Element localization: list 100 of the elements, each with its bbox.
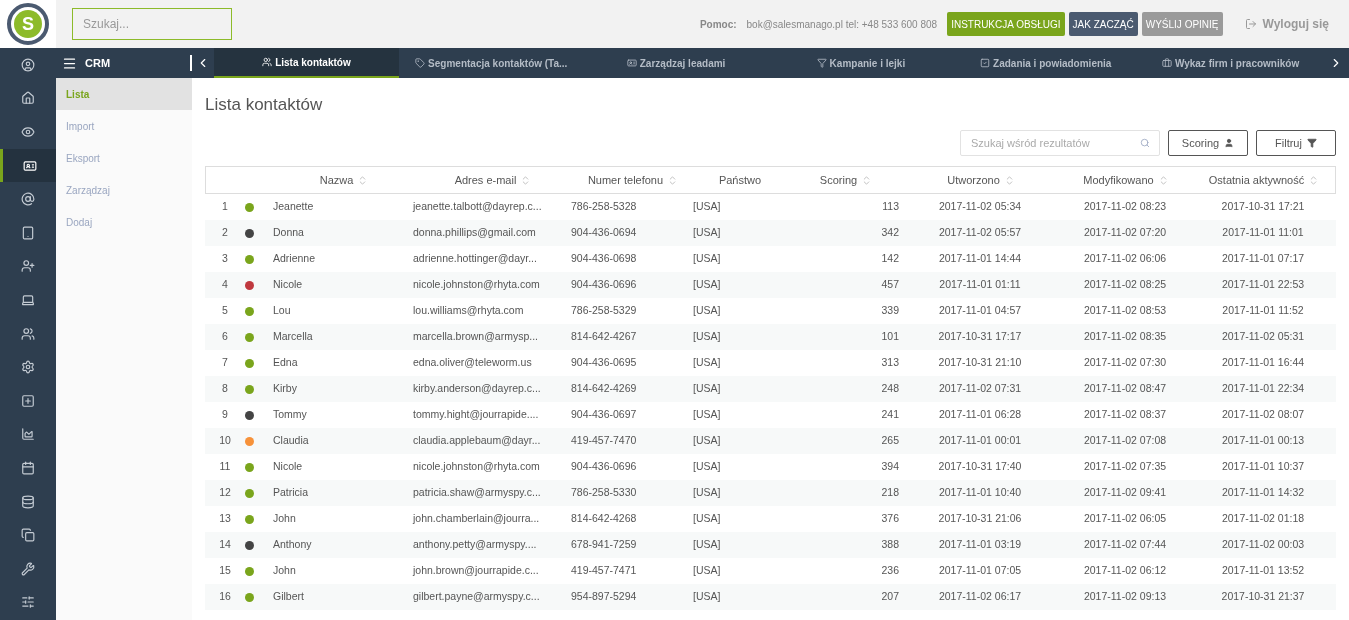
table-row[interactable]: 16 Gilbert gilbert.payne@armyspy.c... 954-897-5294 [USA] 207 2017-11-02 06:17 2017-11-02 09:13 2017-10-31 21:37 xyxy=(205,584,1336,610)
table-cell: [USA] xyxy=(693,356,721,369)
table-cell: 342 xyxy=(881,226,899,239)
table-row[interactable]: 12 Patricia patricia.shaw@armyspy.c... 786-258-5330 [USA] 218 2017-11-01 10:40 2017-11-02 09:41 2017-11-01 14:32 xyxy=(205,480,1336,506)
table-cell: 207 xyxy=(881,590,899,603)
column-header[interactable]: Numer telefonu xyxy=(587,171,664,189)
table-cell: 2017-11-01 13:52 xyxy=(1221,564,1305,577)
table-cell: donna.phillips@gmail.com xyxy=(413,226,536,239)
help-contact: bok@salesmanago.pl tel: +48 533 600 808 xyxy=(746,17,938,32)
table-cell: gilbert.payne@armyspy.c... xyxy=(413,590,540,603)
column-header[interactable]: Adres e-mail xyxy=(454,171,517,189)
nav-tab[interactable]: Zarządzaj leadami xyxy=(583,48,769,78)
table-cell: 2017-11-02 07:08 xyxy=(1083,434,1167,447)
table-cell: 904-436-0697 xyxy=(571,408,637,421)
menu-icon[interactable] xyxy=(62,55,77,71)
wrench-icon xyxy=(21,561,35,576)
results-search-field[interactable]: Szukaj wśród rezultatów xyxy=(960,130,1160,156)
header-button[interactable]: JAK ZACZĄĆ xyxy=(1068,12,1138,36)
table-cell: edna.oliver@teleworm.us xyxy=(413,356,532,369)
table-cell: adrienne.hottinger@dayr... xyxy=(413,252,537,265)
table-cell: 2017-11-01 10:40 xyxy=(938,486,1022,499)
rail-item[interactable] xyxy=(0,148,56,183)
row-number: 10 xyxy=(219,434,231,447)
table-cell: [USA] xyxy=(693,278,721,291)
table-cell: 142 xyxy=(881,252,899,265)
table-cell: 2017-11-01 01:11 xyxy=(939,278,1021,291)
table-cell: 814-642-4267 xyxy=(571,330,637,343)
table-cell: 2017-11-02 09:41 xyxy=(1083,486,1167,499)
nav-tab[interactable]: Lista kontaktów xyxy=(214,48,399,78)
table-cell: 2017-11-01 07:17 xyxy=(1221,252,1305,265)
column-header[interactable]: Utworzono xyxy=(947,171,1000,189)
nav-tab[interactable]: Kampanie i lejki xyxy=(768,48,954,78)
search-field[interactable]: Szukaj... xyxy=(72,8,232,40)
table-cell: [USA] xyxy=(693,330,721,343)
table-row[interactable]: 6 Marcella marcella.brown@armysp... 814-642-4267 [USA] 101 2017-10-31 17:17 2017-11-02 08:35 2017-11-02 05:31 xyxy=(205,324,1336,350)
filter-button[interactable]: Filtruj xyxy=(1256,130,1336,156)
table-cell: [USA] xyxy=(693,434,721,447)
table-row[interactable]: 8 Kirby kirby.anderson@dayrep.c... 814-642-4269 [USA] 248 2017-11-02 07:31 2017-11-02 08:47 2017-11-01 22:34 xyxy=(205,376,1336,402)
at-sign-icon xyxy=(21,192,35,207)
table-cell: Anthony xyxy=(273,538,312,551)
table-cell: 2017-11-01 16:44 xyxy=(1221,356,1305,369)
column-header[interactable]: Scoring xyxy=(819,171,858,189)
table-cell: marcella.brown@armysp... xyxy=(413,330,539,343)
table-cell: 2017-11-02 08:53 xyxy=(1083,304,1167,317)
table-cell: 2017-11-02 07:31 xyxy=(938,382,1022,395)
nav-tab[interactable]: Wykaz firm i pracowników xyxy=(1138,48,1323,78)
table-cell: 2017-11-02 06:12 xyxy=(1083,564,1167,577)
table-cell: 904-436-0696 xyxy=(571,460,637,473)
table-row[interactable]: 14 Anthony anthony.petty@armyspy.... 678-941-7259 [USA] 388 2017-11-01 03:19 2017-11-02 07:44 2017-11-02 00:03 xyxy=(205,532,1336,558)
table-cell: 113 xyxy=(882,200,899,213)
gears-icon xyxy=(21,360,35,375)
table-row[interactable]: 10 Claudia claudia.applebaum@dayr... 419-457-7470 [USA] 265 2017-11-01 00:01 2017-11-02 07:08 2017-11-01 00:13 xyxy=(205,428,1336,454)
table-cell: 786-258-5329 xyxy=(571,304,637,317)
user-plus-icon xyxy=(21,259,35,274)
row-number: 12 xyxy=(219,486,231,499)
table-cell: 2017-11-02 08:07 xyxy=(1221,408,1305,421)
table-cell: jeanette.talbott@dayrep.c... xyxy=(413,200,542,213)
row-number: 14 xyxy=(219,538,231,551)
table-cell: Lou xyxy=(273,304,291,317)
table-cell: 394 xyxy=(881,460,899,473)
table-cell: 2017-11-01 00:01 xyxy=(938,434,1022,447)
id-card-icon xyxy=(22,158,37,173)
table-cell: 313 xyxy=(881,356,899,369)
table-cell: 2017-11-02 08:23 xyxy=(1083,200,1167,213)
scoring-button[interactable]: Scoring xyxy=(1168,130,1248,156)
table-cell: 457 xyxy=(881,278,899,291)
table-row[interactable]: 4 Nicole nicole.johnston@rhyta.com 904-436-0696 [USA] 457 2017-11-01 01:11 2017-11-02 08:25 2017-11-01 22:53 xyxy=(205,272,1336,298)
table-cell: Jeanette xyxy=(273,200,314,213)
nav-tab[interactable]: Zadania i powiadomienia xyxy=(953,48,1139,78)
column-header[interactable]: Nazwa xyxy=(319,171,354,189)
table-cell: John xyxy=(273,512,296,525)
table-row[interactable]: 2 Donna donna.phillips@gmail.com 904-436-0694 [USA] 342 2017-11-02 05:57 2017-11-02 07:20 2017-11-01 11:01 xyxy=(205,220,1336,246)
table-cell: 2017-11-01 10:37 xyxy=(1221,460,1305,473)
table-cell: Claudia xyxy=(273,434,309,447)
table-cell: 339 xyxy=(881,304,899,317)
help-label: Pomoc: xyxy=(699,17,737,32)
column-header[interactable]: Ostatnia aktywność xyxy=(1208,171,1305,189)
table-cell: 814-642-4268 xyxy=(571,512,637,525)
column-header[interactable]: Modyfikowano xyxy=(1083,171,1154,189)
table-cell: 2017-11-01 14:44 xyxy=(938,252,1022,265)
nav-tab[interactable]: Segmentacja kontaktów (Ta... xyxy=(398,48,584,78)
table-cell: anthony.petty@armyspy.... xyxy=(413,538,537,551)
table-cell: 904-436-0694 xyxy=(571,226,637,239)
table-cell: 2017-11-02 09:13 xyxy=(1083,590,1167,603)
table-cell: 2017-11-02 07:20 xyxy=(1083,226,1167,239)
table-cell: 388 xyxy=(881,538,899,551)
table-cell: 2017-11-01 14:32 xyxy=(1221,486,1305,499)
table-cell: [USA] xyxy=(693,304,721,317)
home-icon xyxy=(21,91,35,106)
row-number: 7 xyxy=(222,356,228,369)
table-cell: 241 xyxy=(881,408,899,421)
sliders-icon xyxy=(21,595,35,610)
table-cell: patricia.shaw@armyspy.c... xyxy=(413,486,541,499)
table-cell: [USA] xyxy=(693,564,721,577)
table-cell: 2017-11-01 04:57 xyxy=(938,304,1022,317)
table-cell: 376 xyxy=(881,512,899,525)
table-cell: john.chamberlain@jourra... xyxy=(413,512,540,525)
table-cell: lou.williams@rhyta.com xyxy=(413,304,524,317)
module-title: CRM xyxy=(85,55,111,71)
table-cell: 2017-10-31 21:10 xyxy=(938,356,1022,369)
